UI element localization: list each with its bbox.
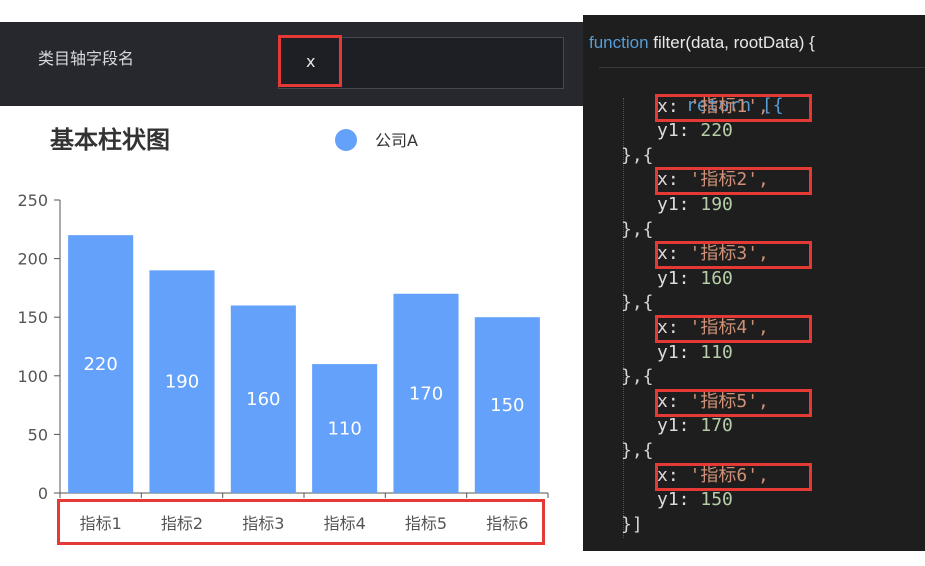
code-y1-line: y1: 160 (657, 267, 733, 289)
y-tick-label: 200 (17, 250, 48, 269)
code-separator-line: },{ (621, 218, 654, 240)
code-y1-line: y1: 110 (657, 341, 733, 363)
bar-data-label: 220 (83, 354, 117, 375)
y-tick-label: 50 (28, 425, 48, 444)
code-separator-line: },{ (621, 440, 654, 461)
y-tick-label: 0 (38, 484, 48, 503)
code-y1-line: y1: 220 (657, 120, 733, 142)
bar-data-label: 160 (246, 389, 280, 410)
code-separator-line: },{ (621, 144, 654, 166)
code-separator-line: },{ (621, 292, 654, 314)
code-closing-line: }] (621, 513, 643, 535)
bar-data-label: 190 (165, 372, 199, 393)
bar-data-label: 110 (327, 419, 361, 440)
bar-data-label: 150 (490, 395, 524, 416)
code-y1-line: y1: 150 (657, 489, 733, 511)
x-axis-highlight-box (57, 499, 545, 545)
function-keyword: function (589, 33, 649, 52)
code-x-highlight-box (655, 241, 812, 270)
code-separator-line: },{ (621, 366, 654, 388)
code-panel[interactable]: function filter(data, rootData) { return… (583, 15, 925, 551)
code-x-highlight-box (655, 388, 812, 417)
y-tick-label: 100 (17, 367, 48, 386)
code-x-highlight-box (655, 93, 812, 122)
code-body: return [{ x: '指标1', y1: 220},{x: '指标2', y1… (599, 67, 925, 552)
code-x-highlight-box (655, 462, 812, 491)
function-header: function filter(data, rootData) { (589, 33, 815, 53)
y-tick-label: 150 (17, 308, 48, 327)
bar-chart: 050100150200250220指标1190指标2160指标3110指标41… (17, 191, 549, 533)
y-tick-label: 250 (17, 191, 48, 210)
code-x-highlight-box (655, 315, 812, 343)
function-signature: filter(data, rootData) { (653, 33, 815, 52)
code-y1-line: y1: 170 (657, 415, 733, 437)
code-y1-line: y1: 190 (657, 194, 733, 215)
code-x-highlight-box (655, 167, 812, 196)
bar-data-label: 170 (409, 383, 443, 404)
